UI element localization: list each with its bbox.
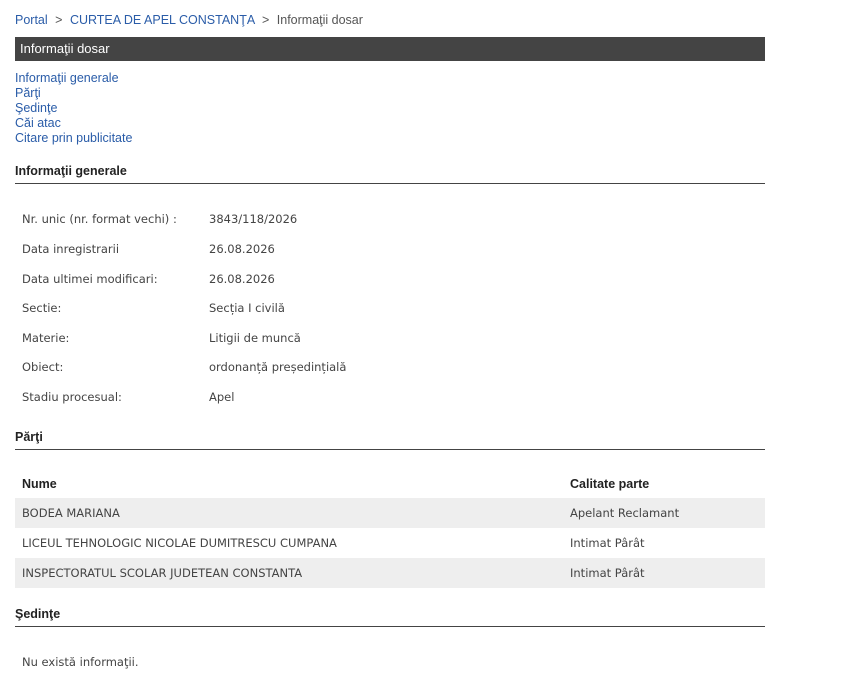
cell-calitate: Apelant Reclamant — [566, 498, 765, 528]
sedinte-empty-message: Nu există informaţii. — [22, 655, 139, 669]
cell-nume: BODEA MARIANA — [15, 498, 566, 528]
breadcrumb-separator: > — [55, 13, 63, 27]
column-header-calitate: Calitate parte — [570, 477, 650, 491]
table-row: LICEUL TEHNOLOGIC NICOLAE DUMITRESCU CUM… — [15, 528, 765, 558]
section-heading-sedinte: Şedinţe — [15, 607, 765, 627]
breadcrumb-separator: > — [261, 13, 270, 27]
section-heading-parti: Părţi — [15, 430, 765, 450]
breadcrumb-link-court[interactable]: CURTEA DE APEL CONSTANŢA — [70, 13, 255, 27]
info-label: Materie: — [22, 331, 70, 345]
info-value: 3843/118/2026 — [209, 212, 298, 226]
nav-link-sedinte[interactable]: Şedinţe — [15, 101, 132, 116]
info-label: Obiect: — [22, 360, 64, 374]
info-value: 26.08.2026 — [209, 242, 275, 256]
info-value: 26.08.2026 — [209, 272, 275, 286]
cell-nume: LICEUL TEHNOLOGIC NICOLAE DUMITRESCU CUM… — [22, 536, 337, 550]
cell-calitate: Intimat Pârât — [570, 536, 645, 550]
table-row: BODEA MARIANA Apelant Reclamant — [15, 498, 765, 528]
breadcrumb-link-portal[interactable]: Portal — [15, 13, 48, 27]
info-value: Litigii de muncă — [209, 331, 301, 345]
table-header-row: Nume Calitate parte — [15, 470, 765, 498]
cell-nume: INSPECTORATUL SCOLAR JUDETEAN CONSTANTA — [15, 558, 566, 588]
nav-link-parti[interactable]: Părţi — [15, 86, 132, 101]
nav-link-informatii-generale[interactable]: Informaţii generale — [15, 71, 132, 86]
breadcrumb: Portal > CURTEA DE APEL CONSTANŢA > Info… — [15, 13, 363, 27]
section-nav: Informaţii generale Părţi Şedinţe Căi at… — [15, 71, 132, 146]
nav-link-citare[interactable]: Citare prin publicitate — [15, 131, 132, 146]
info-label: Stadiu procesual: — [22, 390, 122, 404]
nav-link-cai-atac[interactable]: Căi atac — [15, 116, 132, 131]
column-header-nume: Nume — [22, 477, 57, 491]
table-row: INSPECTORATUL SCOLAR JUDETEAN CONSTANTA … — [15, 558, 765, 588]
breadcrumb-current: Informaţii dosar — [276, 13, 363, 27]
info-value: Apel — [209, 390, 235, 404]
info-value: Secția I civilă — [209, 301, 285, 315]
info-label: Sectie: — [22, 301, 62, 315]
cell-calitate: Intimat Pârât — [566, 558, 765, 588]
info-label: Data ultimei modificari: — [22, 272, 158, 286]
section-heading-informatii-generale: Informaţii generale — [15, 164, 765, 184]
page-title: Informaţii dosar — [15, 37, 765, 61]
parti-table: Nume Calitate parte BODEA MARIANA Apelan… — [15, 470, 765, 588]
info-label: Data inregistrarii — [22, 242, 120, 256]
info-label: Nr. unic (nr. format vechi) : — [22, 212, 177, 226]
info-value: ordonanță președințială — [209, 360, 347, 374]
